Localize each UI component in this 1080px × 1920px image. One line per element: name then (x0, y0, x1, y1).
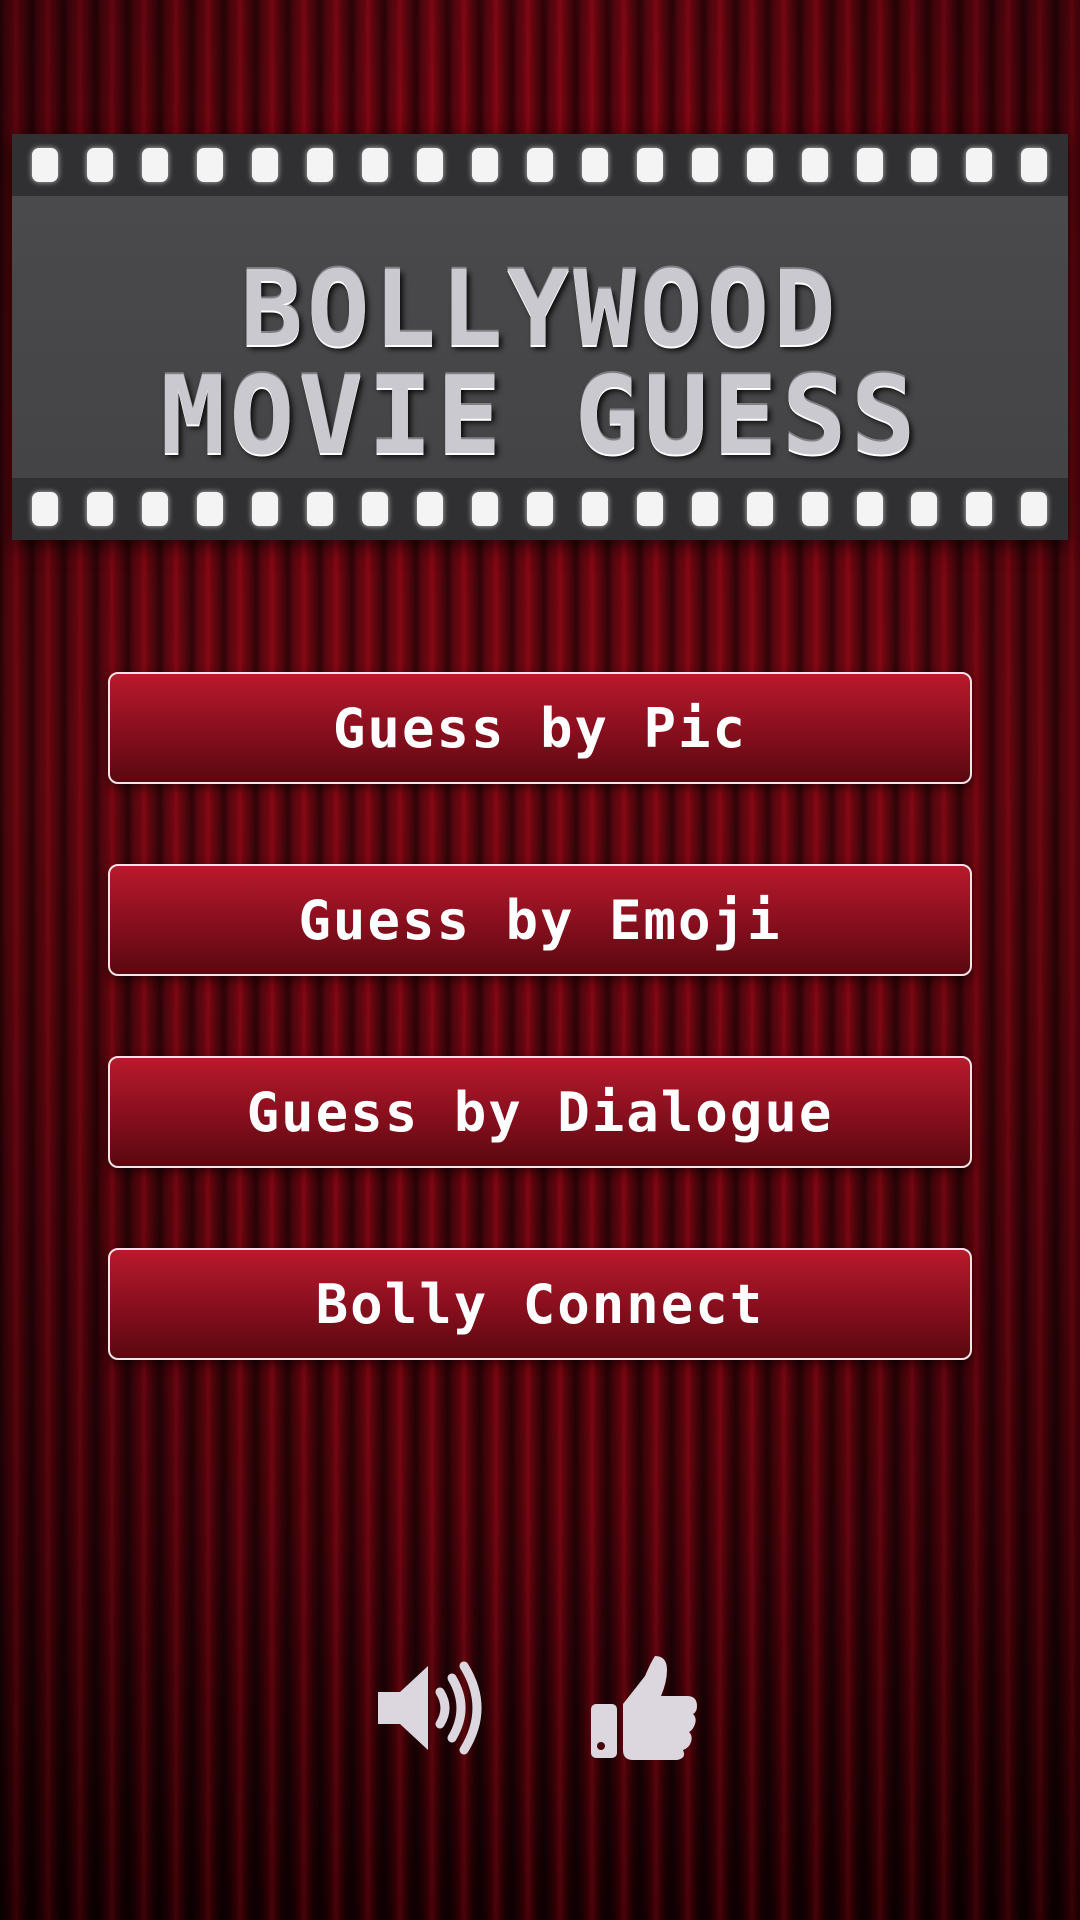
bolly-connect-button[interactable]: Bolly Connect (108, 1248, 972, 1360)
sprocket-hole (307, 148, 334, 182)
sprocket-hole (142, 148, 169, 182)
sprocket-hole (911, 492, 938, 526)
sprocket-hole (581, 492, 608, 526)
logo-title-line1: BOLLYWOOD (240, 248, 840, 370)
sprocket-hole (1021, 492, 1048, 526)
sprocket-hole (801, 148, 828, 182)
sprocket-hole (1021, 148, 1048, 182)
film-strip-bottom (12, 478, 1068, 540)
guess-by-emoji-button[interactable]: Guess by Emoji (108, 864, 972, 976)
sprocket-hole (32, 148, 59, 182)
sprocket-hole (362, 492, 389, 526)
guess-by-pic-button[interactable]: Guess by Pic (108, 672, 972, 784)
sprocket-hole (417, 148, 444, 182)
speaker-volume-icon (378, 1661, 482, 1755)
sprocket-hole (32, 492, 59, 526)
button-label: Guess by Dialogue (246, 1080, 834, 1144)
logo-title-line2: MOVIE GUESS (160, 354, 920, 479)
sprocket-hole (307, 492, 334, 526)
sprocket-hole (746, 492, 773, 526)
sprocket-hole (636, 148, 663, 182)
sprocket-hole (471, 148, 498, 182)
sprocket-hole (966, 492, 993, 526)
sprocket-hole (526, 148, 553, 182)
sprocket-hole (691, 492, 718, 526)
like-button[interactable] (584, 1648, 704, 1768)
sprocket-hole (856, 148, 883, 182)
sprocket-hole (526, 492, 553, 526)
sprocket-hole (252, 148, 279, 182)
sprocket-hole (471, 492, 498, 526)
sprocket-hole (636, 492, 663, 526)
film-strip-top (12, 134, 1068, 196)
sprocket-hole (142, 492, 169, 526)
sprocket-hole (911, 148, 938, 182)
sprocket-hole (197, 492, 224, 526)
sprocket-hole (746, 148, 773, 182)
sprocket-hole (856, 492, 883, 526)
guess-by-dialogue-button[interactable]: Guess by Dialogue (108, 1056, 972, 1168)
logo-area: BOLLYWOOD MOVIE GUESS (12, 196, 1068, 479)
sprocket-hole (581, 148, 608, 182)
button-label: Guess by Emoji (298, 888, 782, 952)
sprocket-hole (966, 148, 993, 182)
button-label: Bolly Connect (315, 1272, 765, 1336)
sprocket-hole (197, 148, 224, 182)
sprocket-hole (252, 492, 279, 526)
sound-toggle-button[interactable] (370, 1648, 490, 1768)
sprocket-hole (87, 492, 114, 526)
title-banner: BOLLYWOOD MOVIE GUESS (12, 134, 1068, 540)
button-label: Guess by Pic (332, 696, 748, 760)
sprocket-hole (362, 148, 389, 182)
sprocket-hole (691, 148, 718, 182)
sprocket-hole (417, 492, 444, 526)
thumbs-up-icon (591, 1656, 697, 1760)
sprocket-hole (87, 148, 114, 182)
sprocket-hole (801, 492, 828, 526)
